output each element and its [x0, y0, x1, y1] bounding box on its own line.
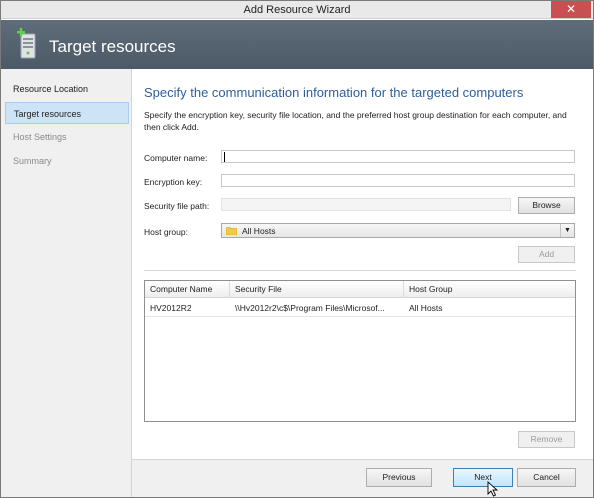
wizard-footer: Previous Next Cancel: [132, 459, 593, 497]
nav-item-target-resources[interactable]: Target resources: [5, 102, 129, 124]
column-header-computer-name[interactable]: Computer Name: [145, 281, 230, 298]
cell-computer-name: HV2012R2: [150, 303, 192, 313]
cancel-button[interactable]: Cancel: [517, 468, 576, 487]
security-file-field[interactable]: [221, 198, 511, 211]
nav-item-summary: Summary: [13, 156, 52, 166]
header-banner: Target resources: [1, 20, 593, 69]
page-title: Target resources: [49, 37, 176, 56]
column-header-host-group[interactable]: Host Group: [404, 281, 575, 298]
host-group-value: All Hosts: [242, 226, 276, 236]
window-title: Add Resource Wizard: [243, 4, 351, 16]
column-header-security-file[interactable]: Security File: [230, 281, 404, 298]
wizard-nav: Resource Location Target resources Host …: [1, 69, 132, 497]
host-group-select[interactable]: All Hosts ▼: [221, 223, 575, 238]
previous-button[interactable]: Previous: [366, 468, 432, 487]
nav-item-resource-location[interactable]: Resource Location: [5, 78, 129, 100]
computer-name-label: Computer name:: [144, 153, 208, 163]
table-row[interactable]: HV2012R2 \\Hv2012r2\c$\Program Files\Mic…: [145, 299, 575, 317]
host-group-label: Host group:: [144, 227, 188, 237]
wizard-window: Add Resource Wizard ✕ Target resources R…: [0, 0, 594, 498]
add-button[interactable]: Add: [518, 246, 575, 263]
close-button[interactable]: ✕: [551, 1, 591, 18]
title-bar: Add Resource Wizard ✕: [1, 1, 593, 19]
section-divider: [144, 270, 576, 271]
dropdown-arrow-icon[interactable]: ▼: [560, 224, 574, 237]
browse-button[interactable]: Browse: [518, 197, 575, 214]
nav-item-host-settings: Host Settings: [13, 132, 67, 142]
cell-security-file: \\Hv2012r2\c$\Program Files\Microsof...: [235, 303, 385, 313]
server-add-icon: [17, 28, 36, 59]
folder-icon: [226, 227, 237, 235]
security-file-label: Security file path:: [144, 201, 210, 211]
table-header: Computer Name Security File Host Group: [145, 281, 575, 298]
text-caret: [224, 152, 225, 162]
mouse-cursor-icon: [487, 481, 499, 497]
cell-host-group: All Hosts: [409, 303, 443, 313]
remove-button[interactable]: Remove: [518, 431, 575, 448]
next-button[interactable]: Next: [453, 468, 513, 487]
computer-name-field[interactable]: [221, 150, 575, 163]
encryption-key-field[interactable]: [221, 174, 575, 187]
section-description: Specify the encryption key, security fil…: [144, 110, 567, 132]
targets-table: Computer Name Security File Host Group H…: [144, 280, 576, 422]
section-heading: Specify the communication information fo…: [144, 85, 524, 100]
main-panel: Specify the communication information fo…: [132, 69, 593, 459]
encryption-key-label: Encryption key:: [144, 177, 203, 187]
